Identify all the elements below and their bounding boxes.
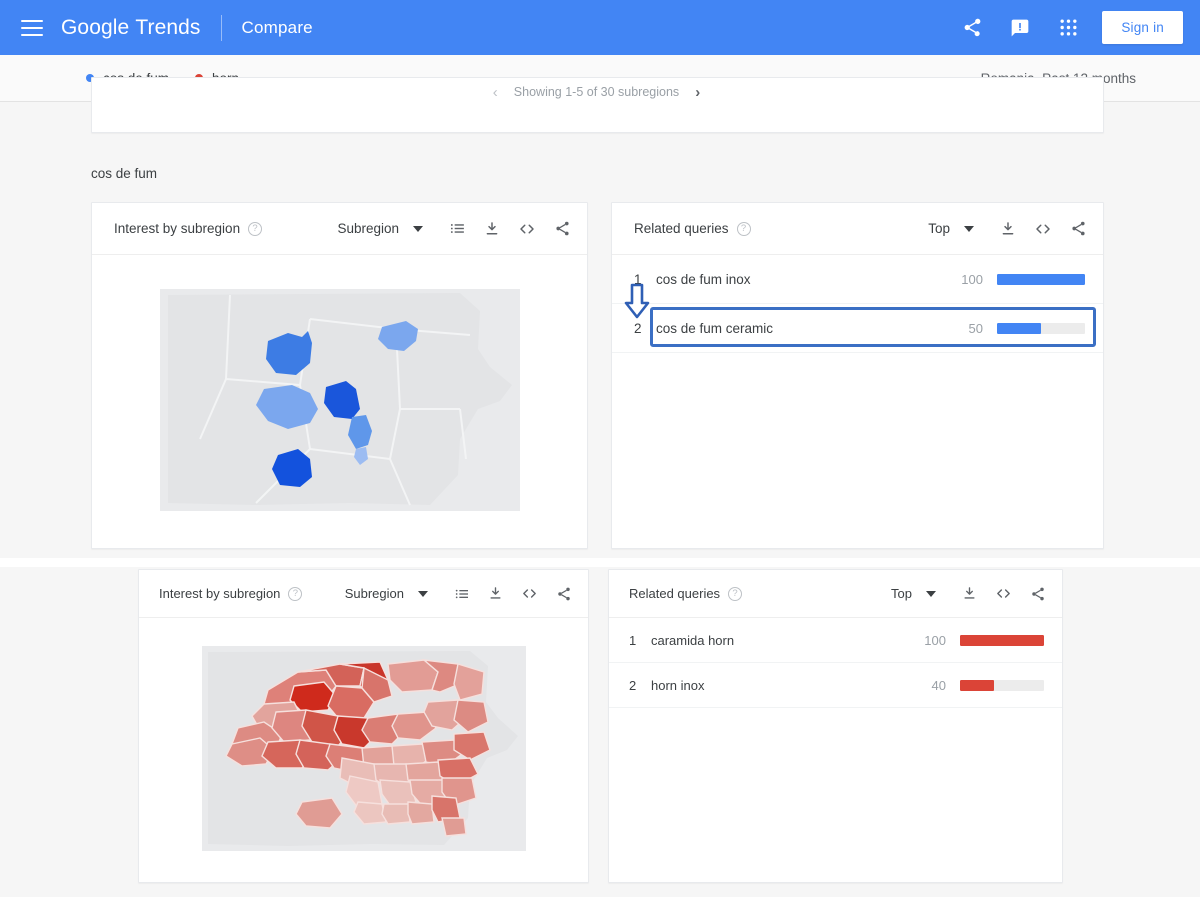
romania-map-blue[interactable] xyxy=(159,288,520,516)
subregion-pager-card: ‹ Showing 1-5 of 30 subregions › xyxy=(91,77,1104,133)
row-rank: 2 xyxy=(634,320,642,336)
map-body[interactable] xyxy=(139,618,588,883)
row-bar xyxy=(997,322,1085,334)
related-queries-card-2: Related queries ? Top 1 caramida horn 10… xyxy=(608,569,1063,883)
top-rising-dropdown[interactable]: Top xyxy=(928,221,974,236)
help-circle-icon[interactable]: ? xyxy=(736,221,751,236)
apps-grid-icon[interactable] xyxy=(1044,4,1092,52)
chevron-down-icon xyxy=(926,590,936,597)
download-icon[interactable] xyxy=(488,586,503,601)
brand-logo[interactable]: Google Trends xyxy=(61,16,201,40)
help-circle-icon[interactable]: ? xyxy=(248,221,263,236)
row-term[interactable]: cos de fum inox xyxy=(656,272,961,287)
share-icon[interactable] xyxy=(1030,586,1046,602)
share-icon[interactable] xyxy=(556,586,572,602)
list-view-icon[interactable] xyxy=(449,220,466,237)
embed-code-icon[interactable] xyxy=(995,585,1012,602)
row-term[interactable]: horn inox xyxy=(651,678,932,693)
pager: ‹ Showing 1-5 of 30 subregions › xyxy=(92,78,1103,106)
download-icon[interactable] xyxy=(962,586,977,601)
download-icon[interactable] xyxy=(1000,221,1016,237)
app-bar-actions: Sign in xyxy=(948,4,1200,52)
card-title: Interest by subregion xyxy=(114,221,241,236)
row-value: 50 xyxy=(968,320,983,336)
card-title: Interest by subregion xyxy=(159,586,281,601)
map-body[interactable] xyxy=(92,255,587,549)
table-row[interactable]: 2 cos de fum ceramic 50 xyxy=(612,304,1103,353)
share-icon[interactable] xyxy=(554,220,571,237)
help-circle-icon[interactable]: ? xyxy=(288,586,303,601)
row-bar-fill xyxy=(997,273,1085,285)
share-icon[interactable] xyxy=(1070,220,1087,237)
subregion-dropdown[interactable]: Subregion xyxy=(337,221,423,236)
related-queries-list-1: 1 cos de fum inox 100 2 cos de fum ceram… xyxy=(612,255,1103,353)
download-icon[interactable] xyxy=(484,221,500,237)
embed-code-icon[interactable] xyxy=(1034,220,1052,238)
card-header: Related queries ? Top xyxy=(609,570,1062,618)
embed-code-icon[interactable] xyxy=(521,585,538,602)
pager-next-icon[interactable]: › xyxy=(695,85,700,100)
row-rank: 2 xyxy=(629,677,637,693)
brand-trends: Trends xyxy=(135,15,201,39)
interest-by-subregion-card-1: Interest by subregion ? Subregion xyxy=(91,202,588,549)
card-header: Interest by subregion ? Subregion xyxy=(139,570,588,618)
section-one-label: cos de fum xyxy=(91,166,158,181)
share-icon[interactable] xyxy=(948,4,996,52)
embed-code-icon[interactable] xyxy=(518,220,536,238)
page-root: Google Trends Compare Sign in months ‹ S… xyxy=(0,0,1200,897)
row-bar-fill xyxy=(960,679,994,691)
chevron-down-icon xyxy=(413,225,423,232)
row-bar xyxy=(960,679,1044,691)
list-view-icon[interactable] xyxy=(454,586,470,602)
row-term[interactable]: cos de fum ceramic xyxy=(656,321,969,336)
hamburger-menu-icon[interactable] xyxy=(21,19,43,36)
card-header: Interest by subregion ? Subregion xyxy=(92,203,587,255)
table-row[interactable]: 1 caramida horn 100 xyxy=(609,618,1062,663)
subregion-dropdown[interactable]: Subregion xyxy=(345,586,428,601)
row-bar xyxy=(997,273,1085,285)
card-header: Related queries ? Top xyxy=(612,203,1103,255)
section-divider xyxy=(0,558,1200,567)
card-title: Related queries xyxy=(634,221,729,236)
row-rank: 1 xyxy=(634,271,642,287)
chevron-down-icon xyxy=(418,590,428,597)
related-queries-card-1: Related queries ? Top 1 cos de fum inox … xyxy=(611,202,1104,549)
card-header-actions: Subregion xyxy=(345,585,572,602)
card-header-actions: Top xyxy=(928,220,1087,238)
card-header-actions: Top xyxy=(891,585,1046,602)
dropdown-label: Top xyxy=(928,221,950,236)
pager-status-text: Showing 1-5 of 30 subregions xyxy=(513,85,680,99)
brand-google: Google xyxy=(61,15,130,39)
pager-prev-icon[interactable]: ‹ xyxy=(493,85,498,100)
interest-by-subregion-card-2: Interest by subregion ? Subregion xyxy=(138,569,589,883)
header-divider xyxy=(220,14,222,41)
sign-in-button[interactable]: Sign in xyxy=(1102,11,1183,44)
row-term[interactable]: caramida horn xyxy=(651,633,924,648)
table-row[interactable]: 2 horn inox 40 xyxy=(609,663,1062,708)
card-title: Related queries xyxy=(629,586,721,601)
row-bar-fill xyxy=(960,634,1044,646)
row-bar-fill xyxy=(997,322,1041,334)
chevron-down-icon xyxy=(964,225,974,232)
top-rising-dropdown[interactable]: Top xyxy=(891,586,936,601)
related-queries-list-2: 1 caramida horn 100 2 horn inox 40 xyxy=(609,618,1062,708)
card-header-actions: Subregion xyxy=(337,220,571,238)
compare-label: Compare xyxy=(241,17,313,37)
row-value: 40 xyxy=(931,677,946,693)
romania-map-red[interactable] xyxy=(201,645,526,856)
dropdown-label: Subregion xyxy=(337,221,399,236)
row-value: 100 xyxy=(924,632,946,648)
dropdown-label: Top xyxy=(891,586,912,601)
table-row[interactable]: 1 cos de fum inox 100 xyxy=(612,255,1103,304)
content-area: ‹ Showing 1-5 of 30 subregions › cos de … xyxy=(0,77,1200,897)
dropdown-label: Subregion xyxy=(344,586,404,601)
help-circle-icon[interactable]: ? xyxy=(728,586,743,601)
app-bar: Google Trends Compare Sign in xyxy=(0,0,1200,55)
row-bar xyxy=(960,634,1044,646)
row-value: 100 xyxy=(961,271,983,287)
feedback-icon[interactable] xyxy=(996,4,1044,52)
row-rank: 1 xyxy=(629,632,637,648)
